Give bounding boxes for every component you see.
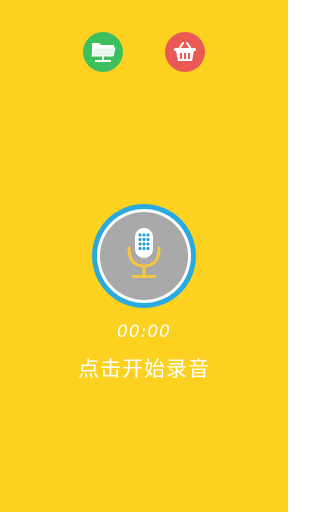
basket-icon <box>172 41 198 63</box>
folder-network-icon <box>90 41 116 63</box>
record-button-face <box>100 212 188 300</box>
microphone-icon <box>124 226 164 286</box>
record-button[interactable] <box>92 204 196 308</box>
record-button-border <box>97 209 191 303</box>
files-button[interactable] <box>83 32 123 72</box>
record-hint: 点击开始录音 <box>78 357 210 381</box>
recorder-screen: 00:00 点击开始录音 <box>0 0 288 512</box>
recording-timer: 00:00 <box>117 322 171 342</box>
basket-button[interactable] <box>165 32 205 72</box>
